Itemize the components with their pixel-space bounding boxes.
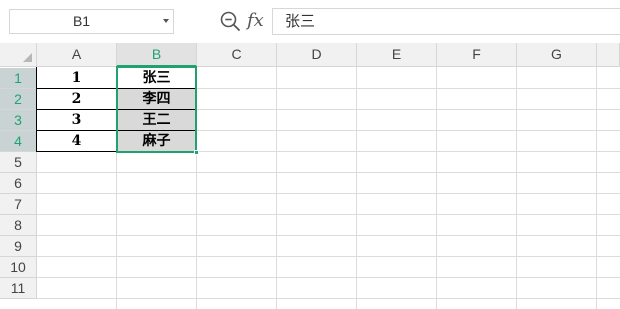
gridline — [37, 193, 620, 194]
column-header-g[interactable]: G — [517, 43, 597, 67]
spreadsheet-grid: A B C D E F G 1 2 3 4 5 6 7 8 9 10 11 1 … — [0, 43, 620, 309]
row-header-9[interactable]: 9 — [0, 236, 37, 257]
gridline — [37, 172, 620, 173]
formula-bar: B1 fx 张三 — [0, 0, 620, 43]
column-header-f[interactable]: F — [437, 43, 517, 67]
formula-value: 张三 — [285, 12, 316, 30]
row-header-5[interactable]: 5 — [0, 152, 37, 173]
fill-handle[interactable] — [194, 150, 199, 155]
column-header-a[interactable]: A — [37, 43, 117, 67]
row-header-3[interactable]: 3 — [0, 110, 37, 131]
gridline — [37, 298, 620, 299]
column-header-c[interactable]: C — [197, 43, 277, 67]
column-header-b[interactable]: B — [117, 43, 197, 67]
cell-a1[interactable]: 1 — [37, 68, 116, 89]
fx-icon[interactable]: fx — [247, 8, 264, 34]
gridline — [37, 214, 620, 215]
chevron-down-icon[interactable] — [163, 19, 169, 23]
formula-input[interactable]: 张三 — [272, 8, 620, 35]
column-header-d[interactable]: D — [277, 43, 357, 67]
gridline — [516, 67, 517, 309]
gridline — [276, 67, 277, 309]
column-header-e[interactable]: E — [357, 43, 437, 67]
cell-a4[interactable]: 4 — [37, 131, 116, 152]
row-header-2[interactable]: 2 — [0, 89, 37, 110]
name-box-value: B1 — [72, 13, 91, 29]
row-header-1[interactable]: 1 — [0, 68, 37, 89]
row-header-6[interactable]: 6 — [0, 173, 37, 194]
row-header-4[interactable]: 4 — [0, 131, 37, 152]
gridline — [37, 235, 620, 236]
gridline — [37, 277, 620, 278]
row-header-8[interactable]: 8 — [0, 215, 37, 236]
zoom-icon[interactable] — [219, 10, 241, 32]
row-header-7[interactable]: 7 — [0, 194, 37, 215]
column-header-partial[interactable] — [597, 43, 620, 67]
gridline — [596, 67, 597, 309]
gridline — [436, 67, 437, 309]
gridline — [356, 67, 357, 309]
gridline — [37, 256, 620, 257]
cell-a2[interactable]: 2 — [37, 89, 116, 110]
row-header-11[interactable]: 11 — [0, 278, 37, 299]
select-all-corner[interactable] — [0, 43, 37, 67]
row-header-10[interactable]: 10 — [0, 257, 37, 278]
selection-range — [116, 66, 197, 153]
name-box[interactable]: B1 — [9, 9, 174, 34]
cell-a3[interactable]: 3 — [37, 110, 116, 131]
select-all-triangle-icon — [23, 53, 32, 62]
